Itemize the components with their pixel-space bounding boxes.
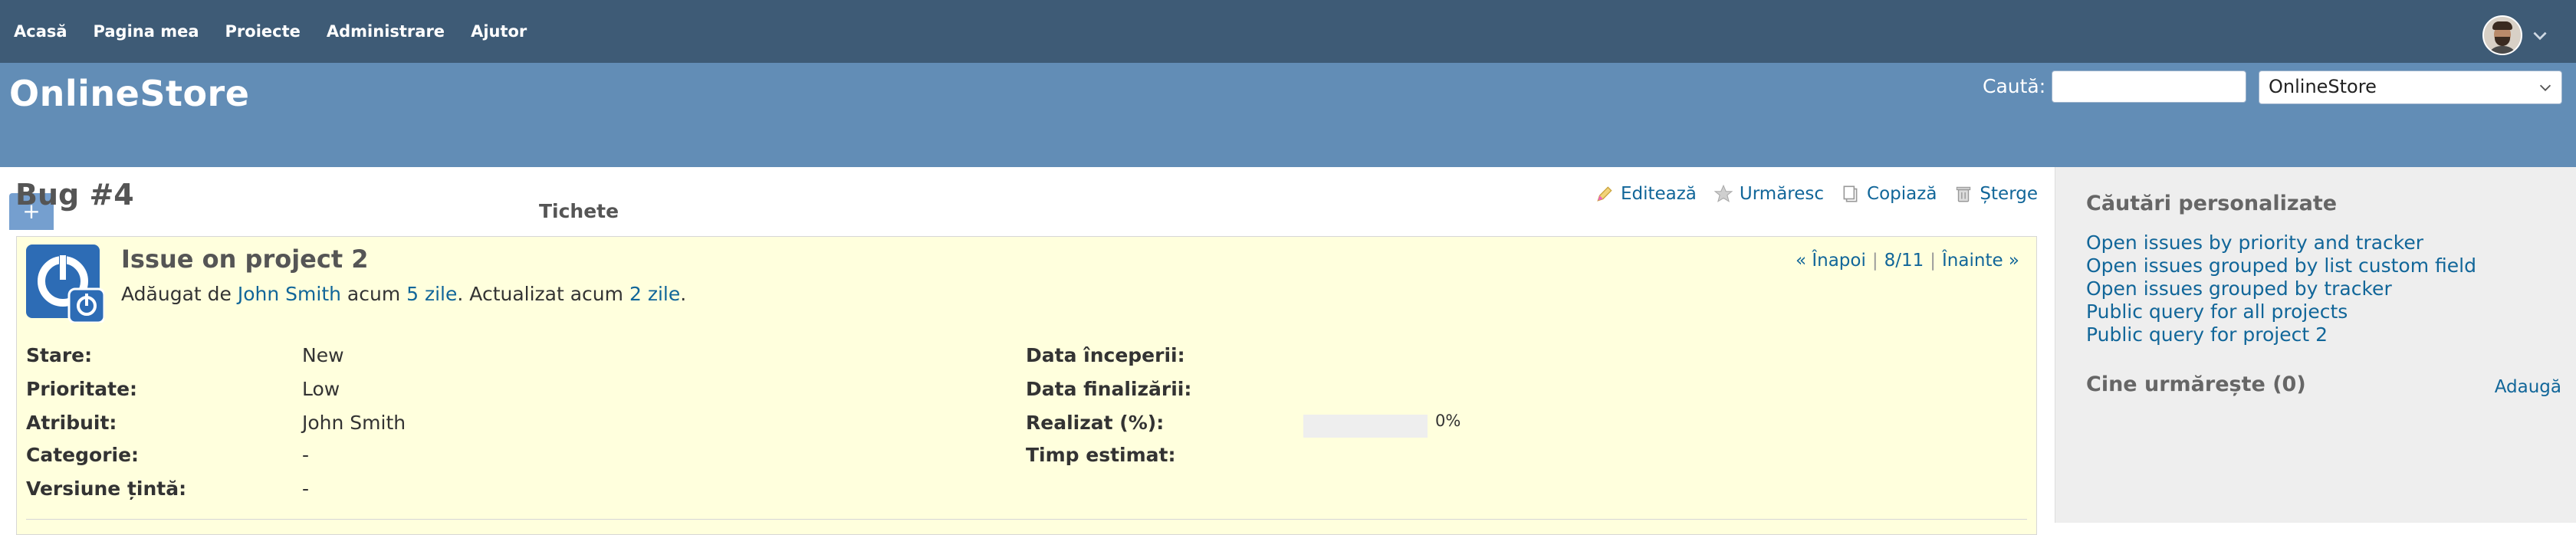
top-menu-my-page[interactable]: Pagina mea: [94, 22, 199, 41]
attr-value: Low: [302, 378, 340, 400]
attr-label: Timp estimat:: [1026, 444, 1176, 466]
project-tabs: + Pagină proiect Activitate Planificare …: [9, 193, 1232, 230]
tab-gantt[interactable]: Gantt: [636, 193, 724, 230]
chevron-down-icon: [2539, 84, 2551, 91]
watch-label: Urmăresc: [1739, 184, 1825, 204]
nav-separator: |: [1930, 251, 1937, 271]
nav-separator: |: [1871, 251, 1878, 271]
list-item: Open issues grouped by list custom field: [2086, 254, 2476, 277]
updated-ago-link[interactable]: 2 zile: [629, 283, 680, 305]
done-ratio-percent: 0%: [1435, 412, 1461, 430]
project-jump-value: OnlineStore: [2269, 76, 2377, 97]
sidebar: Căutări personalizate Open issues by pri…: [2055, 167, 2576, 523]
updated-suffix: .: [680, 283, 687, 305]
list-item: Public query for project 2: [2086, 323, 2476, 346]
attr-label: Prioritate:: [26, 378, 138, 400]
issue-position-link[interactable]: 8/11: [1884, 251, 1924, 271]
attr-status: Stare: New: [26, 344, 344, 366]
attr-label: Data începerii:: [1026, 344, 1185, 366]
top-menu-projects[interactable]: Proiecte: [225, 22, 301, 41]
list-item: Open issues grouped by tracker: [2086, 277, 2476, 300]
edit-button[interactable]: Editează: [1595, 184, 1697, 204]
attr-done-ratio: Realizat (%):: [1026, 412, 1164, 434]
top-menu-administration[interactable]: Administrare: [327, 22, 445, 41]
done-ratio-progress-bar: [1303, 415, 1428, 438]
prev-issue-link[interactable]: « Înapoi: [1796, 251, 1866, 271]
attr-label: Stare:: [26, 344, 93, 366]
attr-label: Versiune țintă:: [26, 478, 187, 500]
added-word: acum: [347, 283, 401, 305]
custom-queries-list: Open issues by priority and tracker Open…: [2086, 231, 2476, 346]
attr-due-date: Data finalizării:: [1026, 378, 1191, 400]
watchers-title: Cine urmărește (0): [2086, 373, 2306, 396]
attr-estimated-time: Timp estimat:: [1026, 444, 1176, 466]
tab-roadmap[interactable]: Planificare: [380, 193, 522, 230]
delete-button[interactable]: Șterge: [1953, 184, 2038, 204]
attr-value: -: [302, 478, 310, 500]
tab-wiki[interactable]: Wiki: [930, 193, 1004, 230]
project-title[interactable]: OnlineStore: [9, 73, 249, 114]
list-item: Public query for all projects: [2086, 300, 2476, 323]
search-label: Caută:: [1983, 75, 2046, 97]
top-menu-home[interactable]: Acasă: [14, 22, 67, 41]
query-link[interactable]: Open issues grouped by list custom field: [2086, 254, 2476, 277]
edit-label: Editează: [1620, 184, 1697, 204]
delete-label: Șterge: [1980, 184, 2038, 204]
assignee-link[interactable]: John Smith: [302, 412, 406, 434]
attr-label: Data finalizării:: [1026, 378, 1192, 400]
tab-calendar[interactable]: Calendar: [727, 193, 851, 230]
attr-label: Atribuit:: [26, 412, 117, 434]
chevron-down-icon[interactable]: [2530, 25, 2550, 45]
list-item: Open issues by priority and tracker: [2086, 231, 2476, 254]
author-prefix: Adăugat de: [121, 283, 232, 305]
tab-settings[interactable]: Setări: [1137, 193, 1230, 230]
next-issue-link[interactable]: Înainte »: [1942, 251, 2019, 271]
query-link[interactable]: Public query for project 2: [2086, 323, 2328, 346]
copy-label: Copiază: [1867, 184, 1937, 204]
attr-category: Categorie: -: [26, 444, 309, 466]
copy-icon: [1843, 185, 1858, 202]
tab-activity[interactable]: Activitate: [244, 193, 376, 230]
query-link[interactable]: Public query for all projects: [2086, 300, 2348, 323]
custom-queries-title: Căutări personalizate: [2086, 192, 2338, 215]
issue-details: Issue on project 2 Adăugat de John Smith…: [16, 236, 2037, 535]
issue-author-avatar: [26, 245, 104, 323]
watch-button[interactable]: Urmăresc: [1714, 184, 1824, 204]
star-icon: [1714, 184, 1733, 202]
trash-icon: [1957, 186, 1971, 202]
author-link[interactable]: John Smith: [238, 283, 341, 305]
attr-start-date: Data începerii:: [1026, 344, 1185, 366]
issue-subject: Issue on project 2: [121, 245, 369, 274]
tab-forums[interactable]: Forumuri: [1008, 193, 1134, 230]
tab-news[interactable]: Știri: [854, 193, 927, 230]
attr-priority: Prioritate: Low: [26, 378, 340, 400]
divider: [26, 519, 2027, 520]
attr-target-version: Versiune țintă: -: [26, 478, 309, 500]
attr-label: Categorie:: [26, 444, 140, 466]
pencil-icon: [1597, 186, 1612, 202]
query-link[interactable]: Open issues grouped by tracker: [2086, 277, 2392, 300]
copy-button[interactable]: Copiază: [1841, 184, 1937, 204]
attr-value: -: [302, 444, 310, 466]
header: OnlineStore Caută: OnlineStore + Pagină …: [0, 63, 2576, 230]
top-menu-help[interactable]: Ajutor: [471, 22, 527, 41]
tab-issues[interactable]: Tichete: [524, 193, 633, 230]
search-input[interactable]: [2052, 71, 2246, 103]
added-ago-link[interactable]: 5 zile: [406, 283, 457, 305]
issue-title: Bug #4: [15, 178, 134, 212]
top-menu-list: Acasă Pagina mea Proiecte Administrare A…: [14, 22, 553, 41]
top-menu: Acasă Pagina mea Proiecte Administrare A…: [0, 0, 2576, 63]
issue-actions: Editează Urmăresc Copiază Șterge: [1595, 184, 2038, 204]
project-jump-select[interactable]: OnlineStore: [2259, 71, 2562, 104]
add-watcher-link[interactable]: Adaugă: [2495, 377, 2561, 397]
avatar[interactable]: [2482, 15, 2522, 55]
attr-label: Realizat (%):: [1026, 412, 1165, 434]
issue-pagination: « Înapoi | 8/11 | Înainte »: [1789, 251, 2026, 271]
query-link[interactable]: Open issues by priority and tracker: [2086, 231, 2423, 254]
attr-value: New: [302, 344, 344, 366]
attr-assignee: Atribuit: John Smith: [26, 412, 406, 434]
account-menu[interactable]: [2482, 15, 2550, 55]
updated-prefix: . Actualizat acum: [457, 283, 624, 305]
issue-author-line: Adăugat de John Smith acum 5 zile. Actua…: [121, 283, 686, 305]
